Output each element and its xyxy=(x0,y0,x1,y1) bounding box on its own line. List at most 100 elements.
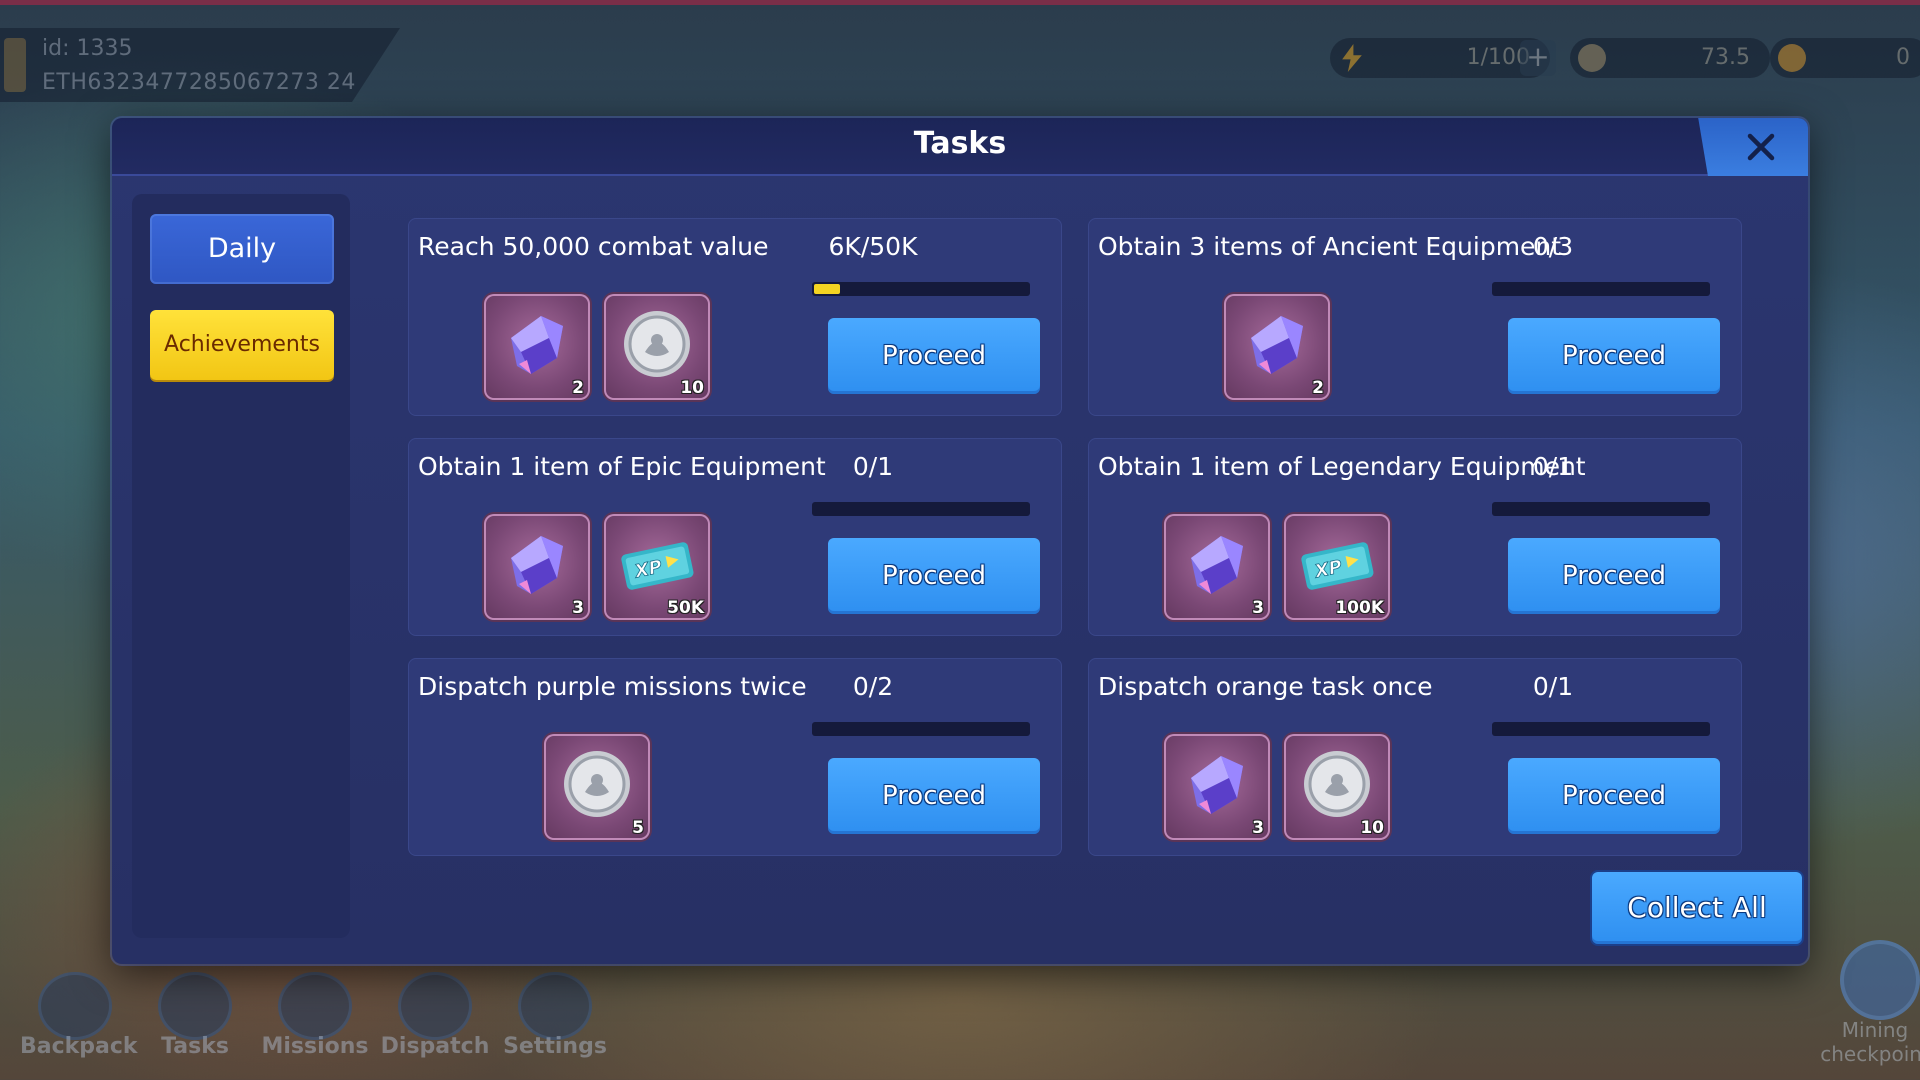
reward-xp-ticket[interactable]: XP 100K xyxy=(1284,514,1390,620)
reward-quantity: 2 xyxy=(1312,378,1324,398)
nav-backpack[interactable]: Backpack xyxy=(20,968,138,1068)
reward-silver-coin[interactable]: 5 xyxy=(544,734,650,840)
proceed-button[interactable]: Proceed xyxy=(828,538,1040,614)
progress-bar xyxy=(1492,502,1710,516)
task-progress-count: 6K/50K xyxy=(828,232,918,261)
proceed-button[interactable]: Proceed xyxy=(1508,758,1720,834)
nav-label: Tasks xyxy=(161,1034,229,1059)
progress-bar xyxy=(812,502,1030,516)
missions-icon xyxy=(278,972,352,1040)
reward-crystal[interactable]: 3 xyxy=(484,514,590,620)
avatar[interactable] xyxy=(4,38,26,92)
proceed-button[interactable]: Proceed xyxy=(1508,318,1720,394)
coin-icon xyxy=(1578,44,1606,72)
silver-coin-icon xyxy=(564,751,630,817)
nav-tasks[interactable]: Tasks xyxy=(140,968,250,1068)
nav-dispatch[interactable]: Dispatch xyxy=(380,968,490,1068)
crystal-icon xyxy=(511,316,563,374)
player-id: id: 1335 xyxy=(42,36,133,61)
close-icon xyxy=(1747,133,1775,161)
task-card: Obtain 1 item of Legendary Equipment 0/1… xyxy=(1088,438,1742,636)
task-title: Obtain 1 item of Epic Equipment xyxy=(418,452,826,481)
reward-quantity: 2 xyxy=(572,378,584,398)
task-card: Dispatch purple missions twice 0/2 5 Pro… xyxy=(408,658,1062,856)
reward-quantity: 3 xyxy=(1252,818,1264,838)
backpack-icon xyxy=(38,972,112,1040)
crystal-icon xyxy=(511,536,563,594)
mining-checkpoint-button[interactable]: Mining checkpoint xyxy=(1820,940,1920,1070)
energy-counter: 1/100 xyxy=(1330,38,1550,78)
tab-achievements[interactable]: Achievements xyxy=(150,310,334,380)
silver-coin-icon xyxy=(1304,751,1370,817)
reward-quantity: 50K xyxy=(667,598,704,618)
reward-crystal[interactable]: 2 xyxy=(484,294,590,400)
modal-title: Tasks xyxy=(913,126,1007,161)
proceed-button[interactable]: Proceed xyxy=(828,758,1040,834)
proceed-button[interactable]: Proceed xyxy=(828,318,1040,394)
reward-quantity: 100K xyxy=(1335,598,1384,618)
reward-silver-coin[interactable]: 10 xyxy=(604,294,710,400)
tasks-modal: Tasks Daily Achievements Reach 50,000 co… xyxy=(112,118,1808,964)
task-title: Dispatch orange task once xyxy=(1098,672,1433,701)
player-info-panel: id: 1335 ETH6323477285067273 24 xyxy=(0,28,400,102)
nav-label: Settings xyxy=(503,1034,607,1059)
collect-all-button[interactable]: Collect All xyxy=(1592,872,1802,944)
mining-icon xyxy=(1840,940,1920,1020)
nav-label: Dispatch xyxy=(380,1034,490,1059)
gold-value: 0 xyxy=(1896,45,1910,70)
proceed-button[interactable]: Proceed xyxy=(1508,538,1720,614)
progress-bar xyxy=(1492,282,1710,296)
silver-coin-icon xyxy=(624,311,690,377)
reward-silver-coin[interactable]: 10 xyxy=(1284,734,1390,840)
xp-ticket-icon: XP xyxy=(621,542,694,590)
task-progress-count: 0/1 xyxy=(1532,452,1574,481)
task-progress-count: 0/1 xyxy=(852,452,894,481)
modal-header: Tasks xyxy=(112,118,1808,176)
dispatch-icon xyxy=(398,972,472,1040)
crystal-icon xyxy=(1251,316,1303,374)
crystal-icon xyxy=(1191,536,1243,594)
add-energy-button[interactable]: + xyxy=(1520,40,1556,76)
reward-xp-ticket[interactable]: XP 50K xyxy=(604,514,710,620)
task-progress-count: 0/2 xyxy=(852,672,894,701)
task-card: Obtain 3 items of Ancient Equipment 0/3 … xyxy=(1088,218,1742,416)
task-progress-count: 0/3 xyxy=(1532,232,1574,261)
reward-quantity: 3 xyxy=(1252,598,1264,618)
progress-bar xyxy=(1492,722,1710,736)
gold-counter: 0 xyxy=(1770,38,1920,78)
progress-bar xyxy=(812,722,1030,736)
reward-crystal[interactable]: 3 xyxy=(1164,734,1270,840)
nav-label: Missions xyxy=(261,1034,369,1059)
coin-counter: 73.5 xyxy=(1570,38,1770,78)
tasks-icon xyxy=(158,972,232,1040)
task-title: Reach 50,000 combat value xyxy=(418,232,769,261)
close-button[interactable] xyxy=(1698,118,1808,176)
nav-label: Backpack xyxy=(20,1034,138,1059)
bottom-nav: Backpack Tasks Missions Dispatch Setting… xyxy=(20,968,640,1068)
reward-crystal[interactable]: 3 xyxy=(1164,514,1270,620)
progress-bar xyxy=(812,282,1030,296)
tab-daily[interactable]: Daily xyxy=(150,214,334,284)
task-card: Reach 50,000 combat value 6K/50K 2 10 Pr… xyxy=(408,218,1062,416)
mining-label: Mining checkpoint xyxy=(1820,1018,1920,1066)
progress-fill xyxy=(814,284,840,294)
wallet-address: ETH6323477285067273 24 xyxy=(42,70,356,95)
top-border xyxy=(0,0,1920,5)
xp-ticket-icon: XP xyxy=(1301,542,1374,590)
reward-crystal[interactable]: 2 xyxy=(1224,294,1330,400)
reward-quantity: 3 xyxy=(572,598,584,618)
gold-icon xyxy=(1778,44,1806,72)
task-card: Obtain 1 item of Epic Equipment 0/1 3 XP… xyxy=(408,438,1062,636)
nav-settings[interactable]: Settings xyxy=(500,968,610,1068)
task-title: Dispatch purple missions twice xyxy=(418,672,807,701)
reward-quantity: 10 xyxy=(1360,818,1384,838)
task-progress-count: 0/1 xyxy=(1532,672,1574,701)
nav-missions[interactable]: Missions xyxy=(260,968,370,1068)
task-card: Dispatch orange task once 0/1 3 10 Proce… xyxy=(1088,658,1742,856)
crystal-icon xyxy=(1191,756,1243,814)
settings-icon xyxy=(518,972,592,1040)
reward-quantity: 10 xyxy=(680,378,704,398)
tab-sidebar: Daily Achievements xyxy=(132,194,350,938)
energy-icon xyxy=(1342,44,1362,72)
coin-value: 73.5 xyxy=(1701,45,1750,70)
